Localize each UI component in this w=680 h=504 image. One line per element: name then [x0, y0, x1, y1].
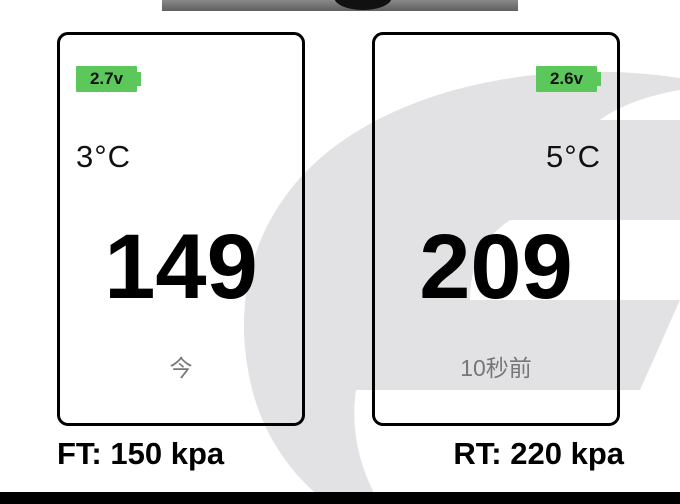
- rear-last-updated: 10秒前: [460, 355, 532, 381]
- front-temperature: 3°C: [76, 139, 132, 174]
- tire-image: [334, 0, 392, 10]
- bottom-bar: [0, 492, 680, 504]
- rear-temperature: 5°C: [545, 139, 601, 174]
- rear-pressure-value: 209: [419, 216, 573, 318]
- rear-target-pressure: RT: 220 kpa: [453, 436, 624, 471]
- header-photo: [162, 0, 518, 11]
- front-pressure-value: 149: [104, 216, 258, 318]
- front-last-updated: 今: [169, 355, 193, 381]
- rear-tire-card: 2.6v 5°C 209 10秒前: [372, 32, 620, 426]
- front-battery-icon: 2.7v: [76, 66, 137, 92]
- rear-battery-icon: 2.6v: [536, 66, 597, 92]
- front-battery-voltage: 2.7v: [89, 69, 124, 88]
- rear-battery-indicator: 2.6v: [536, 66, 601, 92]
- rear-battery-voltage: 2.6v: [549, 69, 584, 88]
- front-tire-card: 2.7v 3°C 149 今: [57, 32, 305, 426]
- front-battery-indicator: 2.7v: [76, 66, 141, 92]
- front-target-pressure: FT: 150 kpa: [57, 436, 225, 471]
